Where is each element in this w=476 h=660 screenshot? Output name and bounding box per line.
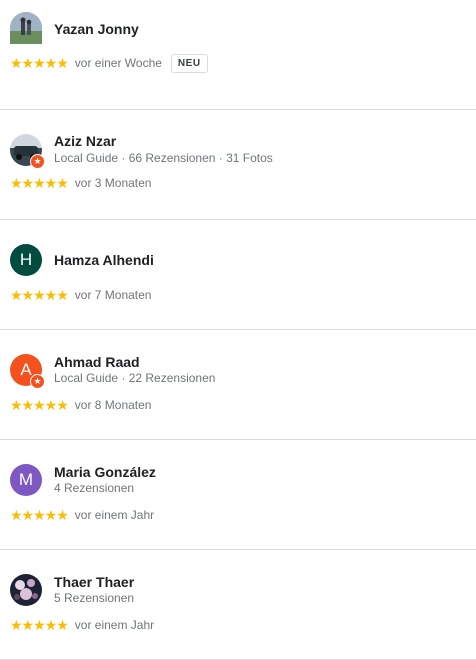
star-rating: ★★★★★ bbox=[10, 174, 69, 191]
review-date: vor 8 Monaten bbox=[74, 398, 152, 412]
reviewer-name[interactable]: Yazan Jonny bbox=[54, 21, 139, 37]
reviewer-avatar[interactable]: M bbox=[10, 464, 42, 496]
star-rating: ★★★★★ bbox=[10, 616, 69, 633]
avatar-letter: M bbox=[18, 470, 34, 489]
reviewer-name[interactable]: Hamza Alhendi bbox=[54, 252, 154, 268]
rating-row: ★★★★★ vor 3 Monaten bbox=[10, 173, 151, 193]
reviewer-name[interactable]: Thaer Thaer bbox=[54, 574, 134, 590]
review-date: vor 3 Monaten bbox=[74, 176, 152, 190]
rating-row: ★★★★★ vor 7 Monaten bbox=[10, 285, 151, 305]
star-rating: ★★★★★ bbox=[10, 286, 69, 303]
rating-row: ★★★★★ vor 8 Monaten bbox=[10, 395, 151, 415]
reviewer-avatar[interactable]: H bbox=[10, 244, 42, 276]
reviewer-avatar[interactable] bbox=[10, 574, 42, 606]
review-date: vor einem Jahr bbox=[74, 618, 155, 632]
reviewer-meta[interactable]: 5 Rezensionen bbox=[54, 591, 134, 605]
star-rating: ★★★★★ bbox=[10, 506, 69, 523]
reviewer-name[interactable]: Aziz Nzar bbox=[54, 133, 116, 149]
review-date: vor 7 Monaten bbox=[74, 288, 152, 302]
reviewer-avatar[interactable]: A ★ bbox=[10, 354, 45, 389]
reviewer-meta[interactable]: 4 Rezensionen bbox=[54, 481, 134, 495]
rating-row: ★★★★★ vor einem Jahr bbox=[10, 615, 154, 635]
rating-row: ★★★★★ vor einer Woche NEU bbox=[10, 53, 208, 73]
reviewer-meta[interactable]: Local Guide · 22 Rezensionen bbox=[54, 371, 215, 385]
reviewer-name[interactable]: Maria González bbox=[54, 464, 156, 480]
review-card: Thaer Thaer 5 Rezensionen ★★★★★ vor eine… bbox=[0, 550, 476, 660]
reviewer-avatar[interactable] bbox=[10, 12, 42, 44]
review-date: vor einem Jahr bbox=[74, 508, 155, 522]
reviewer-name[interactable]: Ahmad Raad bbox=[54, 354, 140, 370]
local-guide-badge-icon: ★ bbox=[30, 154, 45, 169]
review-card: A ★ Ahmad Raad Local Guide · 22 Rezensio… bbox=[0, 330, 476, 440]
review-card: H Hamza Alhendi ★★★★★ vor 7 Monaten bbox=[0, 220, 476, 330]
review-card: Yazan Jonny ★★★★★ vor einer Woche NEU bbox=[0, 0, 476, 110]
photo-avatar-icon bbox=[10, 12, 42, 44]
rating-row: ★★★★★ vor einem Jahr bbox=[10, 505, 154, 525]
review-card: M Maria González 4 Rezensionen ★★★★★ vor… bbox=[0, 440, 476, 550]
review-date: vor einer Woche bbox=[74, 56, 162, 70]
photo-avatar-icon bbox=[10, 574, 42, 606]
avatar-letter: H bbox=[19, 250, 33, 269]
reviewer-meta[interactable]: Local Guide · 66 Rezensionen · 31 Fotos bbox=[54, 151, 273, 165]
reviewer-avatar[interactable]: ★ bbox=[10, 134, 45, 169]
star-rating: ★★★★★ bbox=[10, 396, 69, 413]
local-guide-badge-icon: ★ bbox=[30, 374, 45, 389]
review-card: ★ Aziz Nzar Local Guide · 66 Rezensionen… bbox=[0, 110, 476, 220]
star-rating: ★★★★★ bbox=[10, 54, 69, 71]
new-badge: NEU bbox=[170, 53, 208, 73]
